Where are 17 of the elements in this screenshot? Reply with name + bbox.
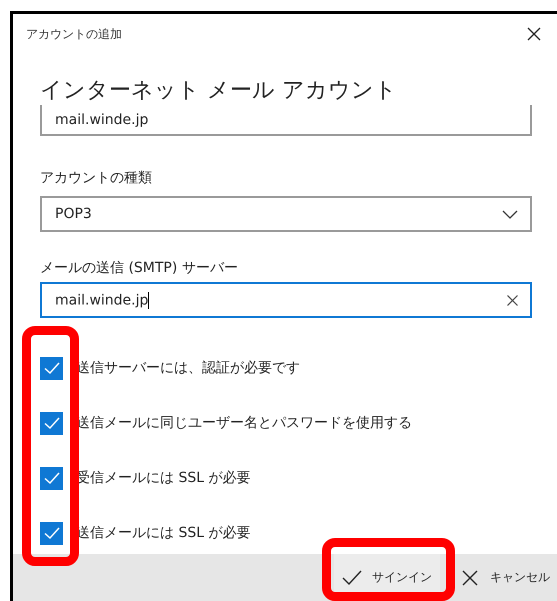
window-title: アカウントの追加 — [26, 26, 122, 42]
chevron-down-icon — [502, 210, 518, 218]
field-label: アカウントの種類 — [40, 169, 153, 188]
checkmark-icon — [342, 570, 362, 586]
close-icon — [462, 570, 478, 586]
clear-icon[interactable] — [507, 294, 518, 306]
account-type-dropdown[interactable]: POP3 — [40, 196, 532, 232]
smtp-server-field[interactable]: mail.winde.jp — [40, 282, 532, 318]
close-icon[interactable] — [527, 27, 541, 41]
dialog-heading: インターネット メール アカウント — [40, 77, 398, 105]
field-label: メールの送信 (SMTP) サーバー — [40, 259, 239, 278]
checkbox[interactable] — [40, 466, 63, 490]
text-field[interactable]: mail.winde.jp — [40, 105, 532, 136]
checkbox[interactable] — [40, 412, 63, 434]
checkbox[interactable] — [40, 356, 63, 380]
checkbox[interactable] — [40, 522, 63, 544]
cancel-button[interactable]: キャンセル — [442, 554, 557, 601]
